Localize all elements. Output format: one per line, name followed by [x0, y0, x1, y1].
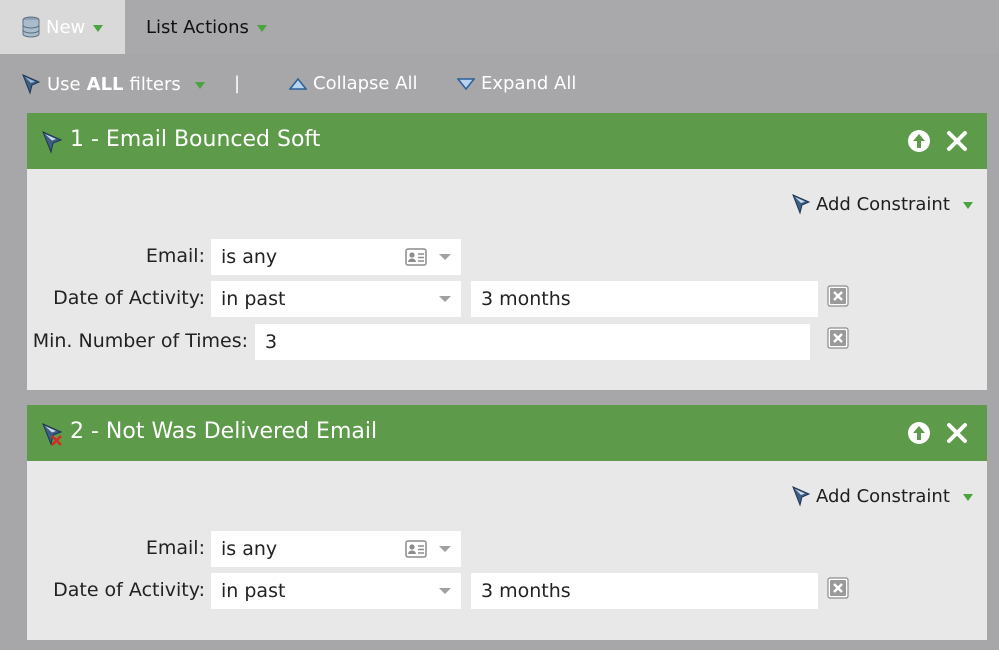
tab-list-actions-label: List Actions: [146, 16, 249, 38]
filter-funnel-icon: [22, 74, 41, 95]
filter-funnel-icon: [792, 194, 811, 215]
filter-title: 1 - Email Bounced Soft: [70, 127, 321, 152]
date-operator-value: in past: [221, 288, 286, 310]
chevron-down-icon: [439, 296, 451, 302]
min-number-of-times-value: 3: [265, 331, 278, 353]
expand-all-label: Expand All: [481, 73, 577, 94]
add-constraint-button[interactable]: Add Constraint: [791, 485, 973, 507]
date-operator-value: in past: [221, 580, 286, 602]
filter-funnel-icon: [792, 486, 811, 507]
toolbar-separator: |: [234, 73, 241, 94]
email-operator-select[interactable]: is any: [211, 531, 461, 567]
add-constraint-label: Add Constraint: [816, 193, 950, 215]
chevron-down-icon: [439, 546, 451, 552]
chevron-down-icon: [962, 201, 973, 209]
chevron-down-icon: [194, 81, 205, 89]
negated-filter-icon: [42, 423, 63, 446]
tab-new-label: New: [46, 16, 86, 38]
close-x-icon[interactable]: [945, 421, 969, 445]
triangle-down-icon: [457, 77, 475, 90]
close-x-icon[interactable]: [945, 129, 969, 153]
email-operator-value: is any: [221, 538, 278, 560]
filter-title: 2 - Not Was Delivered Email: [70, 419, 378, 444]
use-all-bold: ALL: [86, 73, 124, 95]
use-all-suffix: filters: [129, 73, 181, 95]
filter-toolbar: Use ALL filters | Collapse All Expand Al…: [0, 56, 999, 112]
email-operator-select[interactable]: is any: [211, 239, 461, 275]
date-of-activity-label: Date of Activity:: [53, 579, 205, 601]
remove-constraint-icon[interactable]: [827, 577, 849, 599]
chevron-down-icon: [439, 254, 451, 260]
date-value-input[interactable]: 3 months: [471, 573, 818, 609]
chevron-down-icon: [93, 24, 104, 32]
filter-funnel-icon: [42, 131, 63, 154]
date-of-activity-label: Date of Activity:: [53, 287, 205, 309]
min-number-of-times-label: Min. Number of Times:: [32, 330, 248, 352]
min-number-of-times-input[interactable]: 3: [255, 324, 810, 360]
use-all-prefix: Use: [47, 73, 81, 95]
contact-card-icon[interactable]: [405, 540, 427, 558]
date-value-text: 3 months: [481, 580, 571, 602]
email-label: Email:: [145, 245, 205, 267]
date-operator-select[interactable]: in past: [211, 573, 461, 609]
date-value-text: 3 months: [481, 288, 571, 310]
arrow-up-circle-icon[interactable]: [907, 421, 931, 445]
add-constraint-label: Add Constraint: [816, 485, 950, 507]
remove-constraint-icon[interactable]: [827, 327, 849, 349]
collapse-all-button[interactable]: Collapse All: [289, 73, 418, 94]
collapse-all-label: Collapse All: [313, 73, 418, 94]
tab-list-actions[interactable]: List Actions: [146, 0, 267, 54]
contact-card-icon[interactable]: [405, 248, 427, 266]
filter-header[interactable]: 1 - Email Bounced Soft: [27, 113, 987, 169]
arrow-up-circle-icon[interactable]: [907, 129, 931, 153]
chevron-down-icon: [256, 24, 267, 32]
use-all-filters-dropdown[interactable]: Use ALL filters: [21, 73, 205, 95]
add-constraint-button[interactable]: Add Constraint: [791, 193, 973, 215]
chevron-down-icon: [962, 493, 973, 501]
tab-new[interactable]: New: [0, 0, 125, 54]
filter-card-1: 1 - Email Bounced Soft Add Constraint Em…: [27, 113, 987, 390]
chevron-down-icon: [439, 588, 451, 594]
remove-constraint-icon[interactable]: [827, 285, 849, 307]
filter-card-2: 2 - Not Was Delivered Email Add Constrai…: [27, 405, 987, 640]
date-value-input[interactable]: 3 months: [471, 281, 818, 317]
database-icon: [22, 16, 40, 38]
date-operator-select[interactable]: in past: [211, 281, 461, 317]
triangle-up-icon: [289, 77, 307, 90]
email-operator-value: is any: [221, 246, 278, 268]
top-tab-bar: New List Actions: [0, 0, 999, 54]
email-label: Email:: [145, 537, 205, 559]
expand-all-button[interactable]: Expand All: [457, 73, 576, 94]
filter-header[interactable]: 2 - Not Was Delivered Email: [27, 405, 987, 461]
